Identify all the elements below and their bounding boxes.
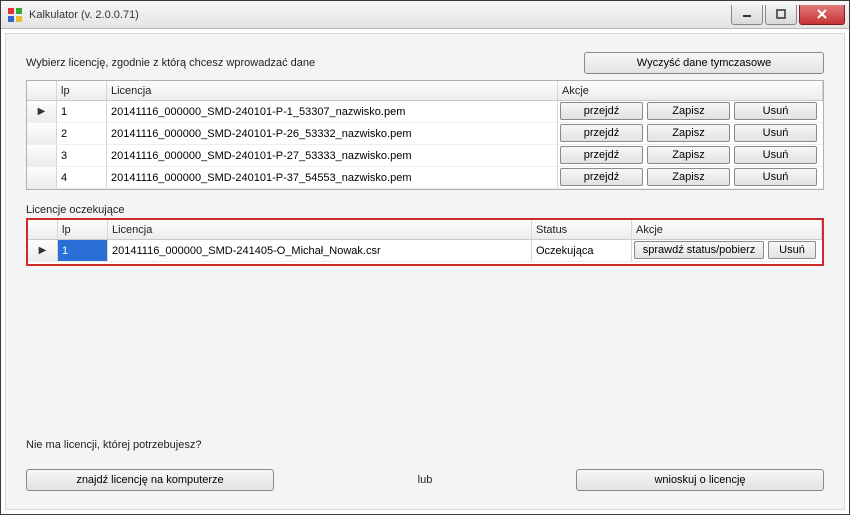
delete-button[interactable]: Usuń (734, 124, 817, 142)
find-license-button[interactable]: znajdź licencję na komputerze (26, 469, 274, 491)
check-status-button[interactable]: sprawdź status/pobierz (634, 241, 764, 259)
save-button[interactable]: Zapisz (647, 102, 730, 120)
content-panel: Wybierz licencję, zgodnie z którą chcesz… (5, 33, 845, 510)
window-controls (729, 5, 845, 25)
cell-license: 20141116_000000_SMD-240101-P-26_53332_na… (107, 123, 558, 144)
go-button[interactable]: przejdź (560, 146, 643, 164)
window-title: Kalkulator (v. 2.0.0.71) (29, 9, 729, 21)
save-button[interactable]: Zapisz (647, 168, 730, 186)
pending-highlight-frame: lp Licencja Status Akcje ▶ 120141116_0000… (26, 218, 824, 266)
save-button[interactable]: Zapisz (647, 124, 730, 142)
or-label: lub (274, 474, 576, 486)
app-icon (7, 7, 23, 23)
titlebar[interactable]: Kalkulator (v. 2.0.0.71) (1, 1, 849, 29)
cell-license: 20141116_000000_SMD-241405-O_Michał_Nowa… (108, 240, 532, 261)
maximize-button[interactable] (765, 5, 797, 25)
current-row-arrow-icon: ▶ (38, 106, 46, 117)
row-indicator: ▶ (28, 240, 58, 261)
pending-section-label: Licencje oczekujące (26, 204, 824, 216)
pending-grid: lp Licencja Status Akcje ▶ 120141116_0000… (28, 220, 822, 264)
row-indicator: ▶ (27, 101, 57, 122)
cell-actions: przejdźZapiszUsuń (558, 167, 823, 188)
column-actions[interactable]: Akcje (632, 220, 822, 239)
row-indicator (27, 145, 57, 166)
row-indicator (27, 123, 57, 144)
cell-status: Oczekująca (532, 240, 632, 261)
grid-header: lp Licencja Akcje (27, 81, 823, 101)
cell-license: 20141116_000000_SMD-240101-P-27_53333_na… (107, 145, 558, 166)
cell-actions: przejdźZapiszUsuń (558, 145, 823, 166)
cell-license: 20141116_000000_SMD-240101-P-1_53307_naz… (107, 101, 558, 122)
minimize-button[interactable] (731, 5, 763, 25)
cell-actions: sprawdź status/pobierzUsuń (632, 240, 822, 261)
current-row-arrow-icon: ▶ (39, 245, 47, 256)
cell-actions: przejdźZapiszUsuń (558, 101, 823, 122)
table-row[interactable]: ▶ 120141116_000000_SMD-241405-O_Michał_No… (28, 240, 822, 262)
column-selector[interactable] (27, 81, 57, 100)
cell-lp: 2 (57, 123, 107, 144)
table-row[interactable]: 220141116_000000_SMD-240101-P-26_53332_n… (27, 123, 823, 145)
delete-button[interactable]: Usuń (734, 146, 817, 164)
go-button[interactable]: przejdź (560, 124, 643, 142)
cell-lp: 1 (57, 101, 107, 122)
licenses-grid: lp Licencja Akcje ▶120141116_000000_SMD-… (26, 80, 824, 190)
column-selector[interactable] (28, 220, 58, 239)
table-row[interactable]: 420141116_000000_SMD-240101-P-37_54553_n… (27, 167, 823, 189)
clear-temp-button[interactable]: Wyczyść dane tymczasowe (584, 52, 824, 74)
cell-lp: 1 (58, 240, 108, 261)
grid-body[interactable]: ▶ 120141116_000000_SMD-241405-O_Michał_No… (28, 240, 822, 262)
column-actions[interactable]: Akcje (558, 81, 823, 100)
row-indicator (27, 167, 57, 188)
table-row[interactable]: 320141116_000000_SMD-240101-P-27_53333_n… (27, 145, 823, 167)
column-license[interactable]: Licencja (108, 220, 532, 239)
column-license[interactable]: Licencja (107, 81, 558, 100)
delete-button[interactable]: Usuń (768, 241, 816, 259)
save-button[interactable]: Zapisz (647, 146, 730, 164)
cell-lp: 4 (57, 167, 107, 188)
apply-license-button[interactable]: wnioskuj o licencję (576, 469, 824, 491)
column-status[interactable]: Status (532, 220, 632, 239)
go-button[interactable]: przejdź (560, 168, 643, 186)
cell-actions: przejdźZapiszUsuń (558, 123, 823, 144)
close-button[interactable] (799, 5, 845, 25)
no-license-label: Nie ma licencji, której potrzebujesz? (26, 439, 824, 451)
grid-header: lp Licencja Status Akcje (28, 220, 822, 240)
app-window: Kalkulator (v. 2.0.0.71) Wybierz licencj… (0, 0, 850, 515)
cell-lp: 3 (57, 145, 107, 166)
delete-button[interactable]: Usuń (734, 168, 817, 186)
delete-button[interactable]: Usuń (734, 102, 817, 120)
instruction-label: Wybierz licencję, zgodnie z którą chcesz… (26, 57, 315, 69)
column-lp[interactable]: lp (58, 220, 108, 239)
table-row[interactable]: ▶ 120141116_000000_SMD-240101-P-1_53307_n… (27, 101, 823, 123)
grid-body[interactable]: ▶ 120141116_000000_SMD-240101-P-1_53307_n… (27, 101, 823, 189)
column-lp[interactable]: lp (57, 81, 107, 100)
cell-license: 20141116_000000_SMD-240101-P-37_54553_na… (107, 167, 558, 188)
go-button[interactable]: przejdź (560, 102, 643, 120)
